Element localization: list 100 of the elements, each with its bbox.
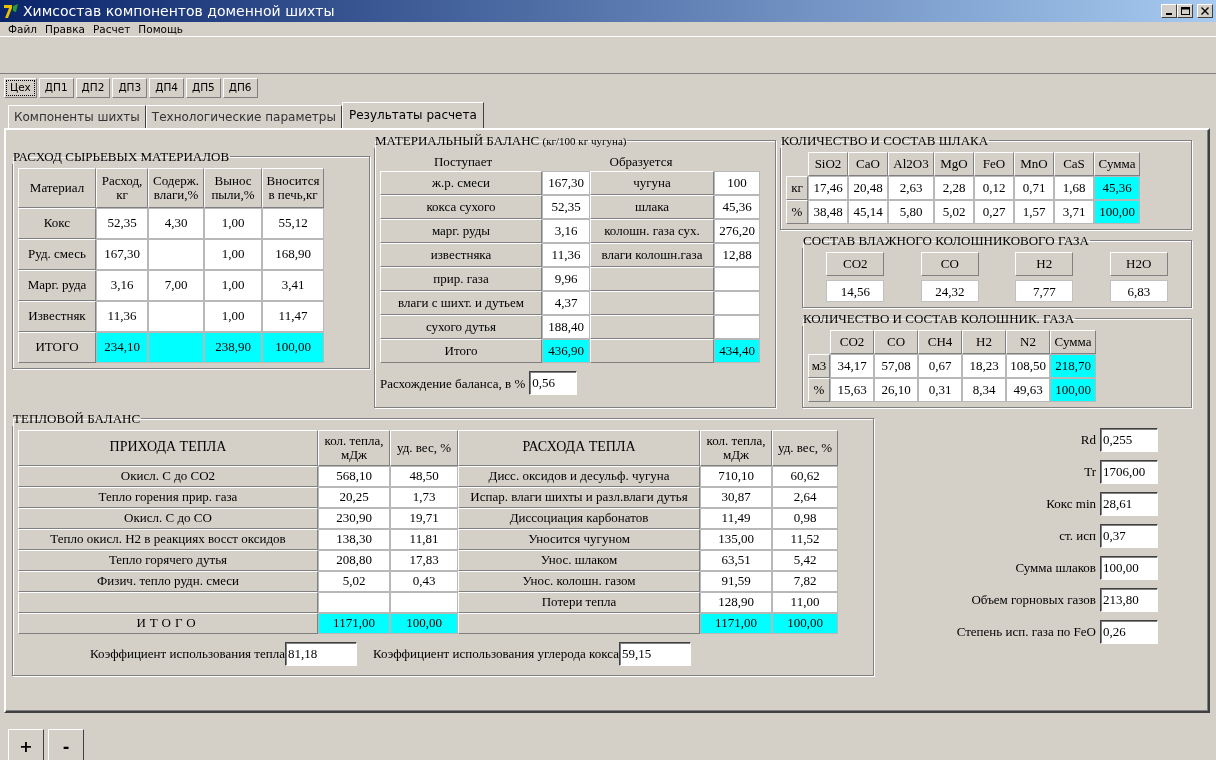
row-header: Известняк	[18, 300, 96, 332]
column-header: Вносится в печь,кг	[262, 167, 324, 208]
value-field[interactable]: 81,18	[285, 641, 358, 666]
row-header: колошн. газа сух.	[590, 219, 714, 244]
table-cell: 11,36	[542, 243, 590, 268]
table-cell: 167,30	[96, 238, 148, 270]
column-header: MnO	[1014, 151, 1054, 176]
toolbar-button[interactable]: -	[48, 728, 84, 760]
table-cell: 0,43	[390, 570, 458, 592]
furnace-tab[interactable]: Цех	[4, 78, 37, 98]
section-tab[interactable]: Технологические параметры	[145, 104, 342, 128]
field-label: Кокс min	[1046, 495, 1096, 513]
table-cell	[714, 267, 760, 292]
row-header: Диссоциация карбонатов	[458, 507, 700, 529]
table-cell: 55,12	[262, 207, 324, 239]
close-icon	[1201, 7, 1209, 15]
table-cell: 100,00	[390, 612, 458, 634]
field-label: Rd	[1080, 431, 1096, 449]
table-cell: 234,10	[96, 331, 148, 363]
maximize-button[interactable]	[1177, 4, 1193, 18]
group-title: КОЛИЧЕСТВО И СОСТАВ ШЛАКА	[781, 132, 989, 148]
column-header: H2	[1015, 251, 1074, 276]
value-field[interactable]: 213,80	[1100, 587, 1158, 612]
close-button[interactable]	[1197, 4, 1213, 18]
section-tab[interactable]: Компоненты шихты	[8, 104, 146, 128]
minimize-button[interactable]	[1161, 4, 1177, 18]
row-header: Испар. влаги шихты и разл.влаги дутья	[458, 486, 700, 508]
column-header: CaO	[848, 151, 888, 176]
column-header: ПРИХОДА ТЕПЛА	[18, 429, 318, 466]
table-cell: 568,10	[318, 465, 390, 487]
section-tab[interactable]: Результаты расчета	[341, 101, 484, 128]
table-cell: 57,08	[874, 353, 918, 378]
table-cell: 11,00	[772, 591, 838, 613]
menu-item[interactable]: Помощь	[134, 22, 188, 36]
table-cell: 1,00	[204, 269, 262, 301]
field-label: Степень исп. газа по FeO	[956, 623, 1096, 641]
column-heading: Образуется	[608, 152, 674, 171]
field-label: Tr	[1084, 463, 1096, 481]
table-cell: 0,12	[974, 175, 1014, 200]
furnace-tab[interactable]: ДП2	[75, 78, 111, 98]
table-cell: 100,00	[262, 331, 324, 363]
table-cell	[148, 238, 204, 270]
table-cell: 11,47	[262, 300, 324, 332]
table-cell	[714, 315, 760, 340]
field-label: Коэффициент использования тепла	[90, 645, 286, 663]
table-cell: 26,10	[874, 377, 918, 402]
table-cell: 100	[714, 171, 760, 196]
table-cell: 135,00	[700, 528, 772, 550]
furnace-tab[interactable]: ДП3	[112, 78, 148, 98]
table-cell: 1171,00	[318, 612, 390, 634]
value-field[interactable]: 0,37	[1100, 523, 1158, 548]
column-header: CH4	[918, 329, 962, 354]
row-header: Итого	[380, 339, 542, 364]
field-label: ст. исп	[1059, 527, 1096, 545]
column-header: Расход, кг	[96, 167, 148, 208]
value-field[interactable]: 1706,00	[1100, 459, 1158, 484]
table-cell: 9,96	[542, 267, 590, 292]
table-cell: 0,67	[918, 353, 962, 378]
row-header: Тепло окисл. Н2 в реакциях восст оксидов	[18, 528, 318, 550]
table-cell: 4,30	[148, 207, 204, 239]
menu-item[interactable]: Правка	[41, 22, 89, 36]
table-cell: 4,37	[542, 291, 590, 316]
value-field[interactable]: 0,56	[529, 371, 578, 396]
table-cell: 7,00	[148, 269, 204, 301]
field-label: Сумма шлаков	[1015, 559, 1096, 577]
column-header: кол. тепла, мДж	[318, 429, 390, 466]
table-cell: 208,80	[318, 549, 390, 571]
value-field[interactable]: 0,255	[1100, 427, 1158, 452]
table-cell: 5,02	[318, 570, 390, 592]
column-header: уд. вес, %	[390, 429, 458, 466]
value-field[interactable]: 100,00	[1100, 555, 1158, 580]
value-field[interactable]: 0,26	[1100, 619, 1158, 644]
furnace-tab[interactable]: ДП4	[149, 78, 184, 98]
column-header: кол. тепла, мДж	[700, 429, 772, 466]
value-field[interactable]: 59,15	[618, 641, 691, 666]
furnace-tab[interactable]: ДП1	[38, 78, 74, 98]
table-cell: 138,30	[318, 528, 390, 550]
menu-item[interactable]: Файл	[4, 22, 41, 36]
row-header: чугуна	[590, 171, 714, 196]
menu-item[interactable]: Расчет	[89, 22, 135, 36]
column-header: Вынос пыли,%	[204, 167, 262, 208]
furnace-tab[interactable]: ДП5	[185, 78, 221, 98]
table-cell: 3,71	[1054, 199, 1094, 224]
field-label: Коэффициент использования углерода кокса	[373, 645, 619, 663]
row-header: влаги с шихт. и дутьем	[380, 291, 542, 316]
row-header: прир. газа	[380, 267, 542, 292]
furnace-tab[interactable]: ДП6	[222, 78, 258, 98]
value-cell: 24,32	[920, 279, 979, 302]
row-header: м3	[808, 353, 830, 378]
table-cell: 45,14	[848, 199, 888, 224]
column-header: SiO2	[808, 151, 848, 176]
toolbar-button[interactable]: +	[8, 728, 44, 760]
table-cell: 15,63	[830, 377, 874, 402]
value-field[interactable]: 28,61	[1100, 491, 1158, 516]
group-title: РАСХОД СЫРЬЕВЫХ МАТЕРИАЛОВ	[13, 148, 230, 164]
column-header: Сумма	[1050, 329, 1096, 354]
column-header: CO2	[826, 251, 885, 276]
table-cell: 100,00	[1050, 377, 1096, 402]
table-cell: 34,17	[830, 353, 874, 378]
row-header: Окисл. С до СО2	[18, 465, 318, 487]
